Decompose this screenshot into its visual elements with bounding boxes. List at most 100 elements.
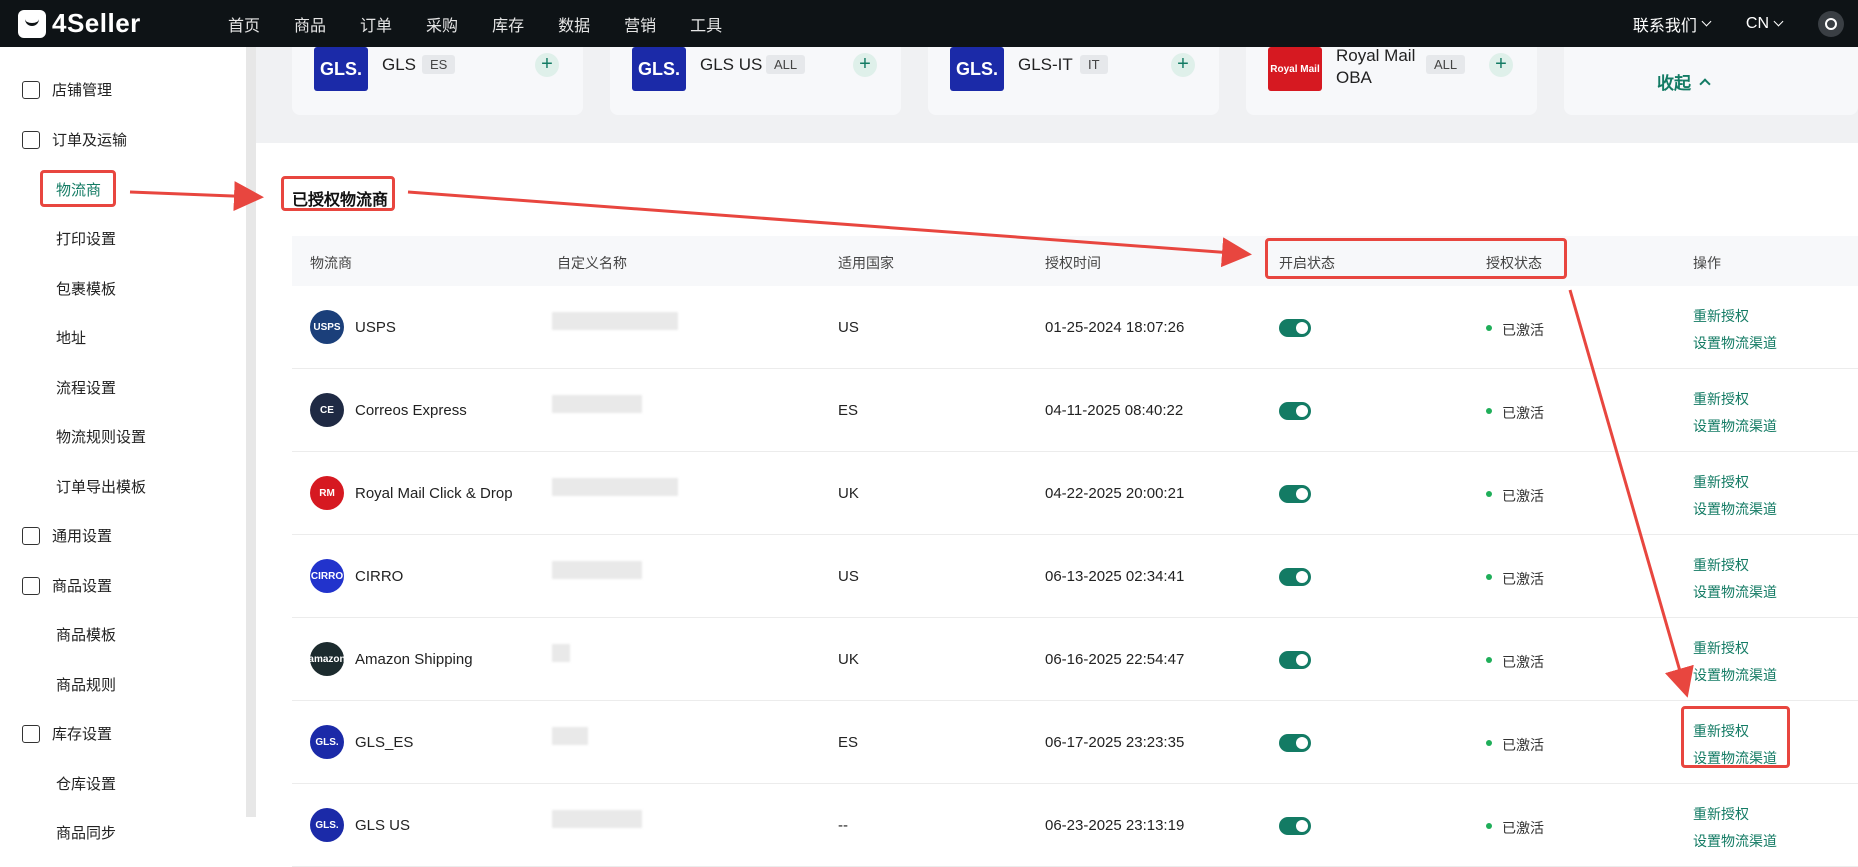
reauthorize-link[interactable]: 重新授权 [1693,638,1749,658]
enable-toggle[interactable] [1279,485,1311,503]
status-dot [1486,408,1492,414]
enable-toggle[interactable] [1279,568,1311,586]
status-dot [1486,740,1492,746]
reauthorize-link[interactable]: 重新授权 [1693,389,1749,409]
table-row: RM Royal Mail Click & Drop UK 04-22-2025… [292,452,1858,535]
language-label: CN [1745,14,1769,32]
sidebar-group-label: 商品设置 [52,578,113,595]
card-name: Royal Mail OBA [1336,46,1416,87]
auth-status: 已激活 [1502,571,1544,587]
custom-name-redacted [552,644,570,662]
chevron-down-icon [1701,16,1712,27]
auth-status: 已激活 [1502,737,1544,753]
plus-icon[interactable]: + [1171,53,1195,77]
contact-dropdown[interactable]: 联系我们 [1632,12,1712,36]
reauthorize-link[interactable]: 重新授权 [1693,306,1749,326]
reauthorize-link[interactable]: 重新授权 [1693,804,1749,824]
carrier-card-gls-us[interactable]: GLS. GLS US ALL + [610,47,901,115]
sidebar-scrollbar[interactable] [246,47,256,817]
set-channel-link[interactable]: 设置物流渠道 [1693,831,1777,851]
nav-products[interactable]: 商品 [294,12,326,36]
nav-inventory[interactable]: 库存 [492,12,524,36]
auth-time: 06-16-2025 22:54:47 [1045,651,1185,668]
sidebar-group-inventory[interactable]: 库存设置 [22,723,112,744]
sidebar-item-logistics-rules[interactable]: 物流规则设置 [56,426,146,447]
auth-status: 已激活 [1502,405,1544,421]
sidebar-group-general[interactable]: 通用设置 [22,525,112,546]
auth-time: 06-13-2025 02:34:41 [1045,568,1185,585]
card-name: GLS-IT [1018,55,1073,74]
settings-icon [22,526,40,545]
nav-orders[interactable]: 订单 [360,12,392,36]
sidebar-group-product[interactable]: 商品设置 [22,575,112,596]
sidebar-item-print[interactable]: 打印设置 [56,228,116,249]
enable-toggle[interactable] [1279,734,1311,752]
card-tag: ALL [766,55,806,74]
sidebar-group-label: 通用设置 [52,528,113,545]
carrier-logo-icon: GLS. [310,725,344,759]
sidebar-item-product-rules[interactable]: 商品规则 [56,674,116,695]
chevron-down-icon [1773,16,1784,27]
sidebar-item-product-template[interactable]: 商品模板 [56,624,116,645]
auth-status: 已激活 [1502,488,1544,504]
gls-logo: GLS. [632,47,686,91]
reauthorize-link[interactable]: 重新授权 [1693,472,1749,492]
nav-data[interactable]: 数据 [558,12,590,36]
nav-home[interactable]: 首页 [228,12,260,36]
sidebar-item-order-export[interactable]: 订单导出模板 [56,476,146,497]
logo[interactable]: 4Seller [18,8,228,39]
language-dropdown[interactable]: CN [1745,14,1784,33]
top-right: 联系我们 CN [1633,0,1858,47]
auth-status: 已激活 [1502,654,1544,670]
carrier-logo-icon: CIRRO [310,559,344,593]
sidebar-group-store[interactable]: 店铺管理 [22,79,112,100]
sidebar-item-address[interactable]: 地址 [56,327,86,348]
reauthorize-link[interactable]: 重新授权 [1693,555,1749,575]
set-channel-link[interactable]: 设置物流渠道 [1693,499,1777,519]
carrier-name: Correos Express [355,402,467,419]
set-channel-link[interactable]: 设置物流渠道 [1693,416,1777,436]
enable-toggle[interactable] [1279,817,1311,835]
enable-toggle[interactable] [1279,651,1311,669]
sidebar-item-product-sync[interactable]: 商品同步 [56,822,116,843]
highlight-section-title [281,176,395,211]
carrier-logo-icon: USPS [310,310,344,344]
custom-name-redacted [552,395,642,413]
highlight-carriers-menu [40,170,116,207]
carrier-name: USPS [355,319,396,336]
store-icon [22,80,40,99]
enable-toggle[interactable] [1279,402,1311,420]
nav-marketing[interactable]: 营销 [624,12,656,36]
enable-toggle[interactable] [1279,319,1311,337]
nav-tools[interactable]: 工具 [690,12,722,36]
nav-purchase[interactable]: 采购 [426,12,458,36]
sidebar-item-warehouse[interactable]: 仓库设置 [56,773,116,794]
set-channel-link[interactable]: 设置物流渠道 [1693,333,1777,353]
set-channel-link[interactable]: 设置物流渠道 [1693,582,1777,602]
status-dot [1486,491,1492,497]
plus-icon[interactable]: + [853,53,877,77]
sidebar-item-package[interactable]: 包裹模板 [56,278,116,299]
collapse-button[interactable]: 收起 [1564,47,1858,115]
carrier-card-gls[interactable]: GLS. GLS ES + [292,47,583,115]
custom-name-redacted [552,561,642,579]
table-row: CE Correos Express ES 04-11-2025 08:40:2… [292,369,1858,452]
country: ES [838,734,859,751]
sidebar-item-workflow[interactable]: 流程设置 [56,377,116,398]
plus-icon[interactable]: + [1489,53,1513,77]
country: US [838,319,859,336]
plus-icon[interactable]: + [535,53,559,77]
table-header: 物流商 自定义名称 适用国家 授权时间 开启状态 授权状态 操作 [292,236,1858,286]
sidebar-group-orders[interactable]: 订单及运输 [22,129,127,150]
gls-logo: GLS. [314,47,368,91]
contact-label: 联系我们 [1632,17,1697,35]
auth-status: 已激活 [1502,820,1544,836]
table-row: USPS USPS US 01-25-2024 18:07:26 已激活 重新授… [292,286,1858,369]
set-channel-link[interactable]: 设置物流渠道 [1693,665,1777,685]
inventory-icon [22,724,40,743]
carrier-card-gls-it[interactable]: GLS. GLS-IT IT + [928,47,1219,115]
custom-name-redacted [552,810,642,828]
carrier-card-royal-mail-oba[interactable]: Royal Mail Royal Mail OBA ALL + [1246,46,1537,115]
gear-icon[interactable] [1818,10,1844,37]
sidebar-group-label: 店铺管理 [52,82,113,99]
